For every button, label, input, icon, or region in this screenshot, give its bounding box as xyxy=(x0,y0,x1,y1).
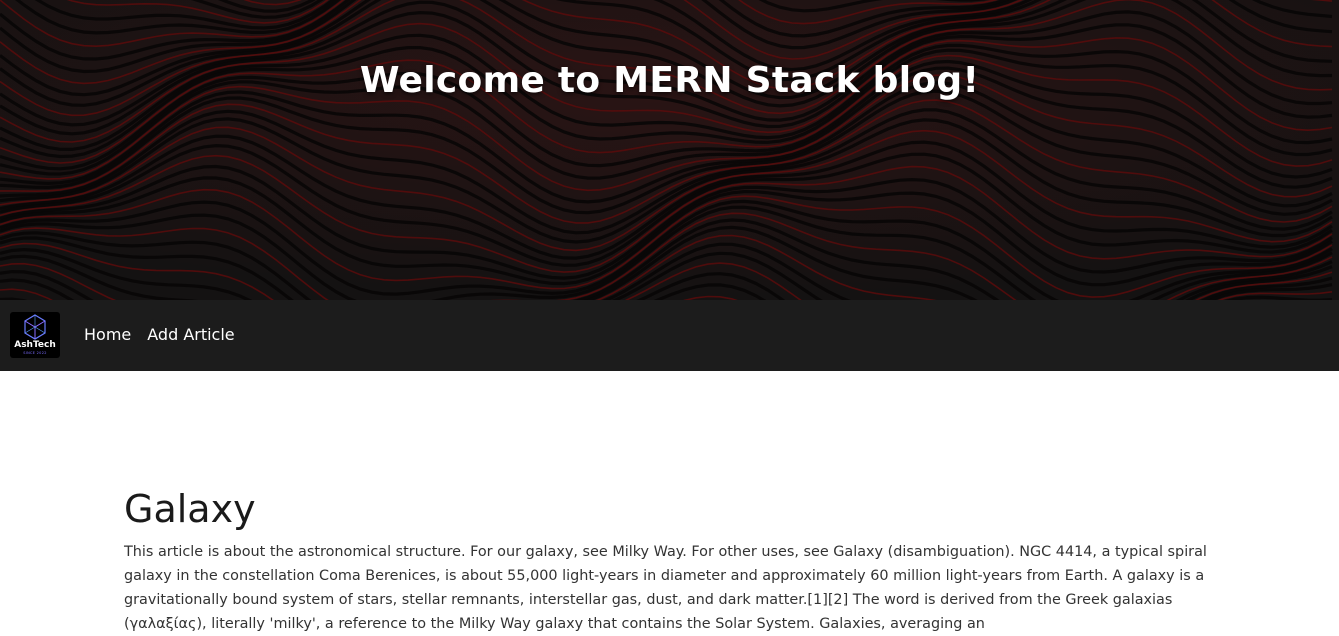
article-title: Galaxy xyxy=(124,487,256,531)
nav-links: Home Add Article xyxy=(84,325,235,345)
nav-link-add-article[interactable]: Add Article xyxy=(147,325,234,345)
article-body: This article is about the astronomical s… xyxy=(124,544,1207,632)
article-content: Galaxy This article is about the astrono… xyxy=(124,480,1244,636)
nav-link-home[interactable]: Home xyxy=(84,325,131,345)
wave-pattern-background xyxy=(0,0,1339,300)
logo-name: AshTech xyxy=(14,340,56,350)
hero-banner: Welcome to MERN Stack blog! xyxy=(0,0,1339,300)
hero-title: Welcome to MERN Stack blog! xyxy=(359,60,980,102)
navbar: AshTech SINCE 2022 Home Add Article xyxy=(0,300,1339,371)
brand-logo[interactable]: AshTech SINCE 2022 xyxy=(10,312,60,358)
logo-tagline: SINCE 2022 xyxy=(23,351,47,355)
